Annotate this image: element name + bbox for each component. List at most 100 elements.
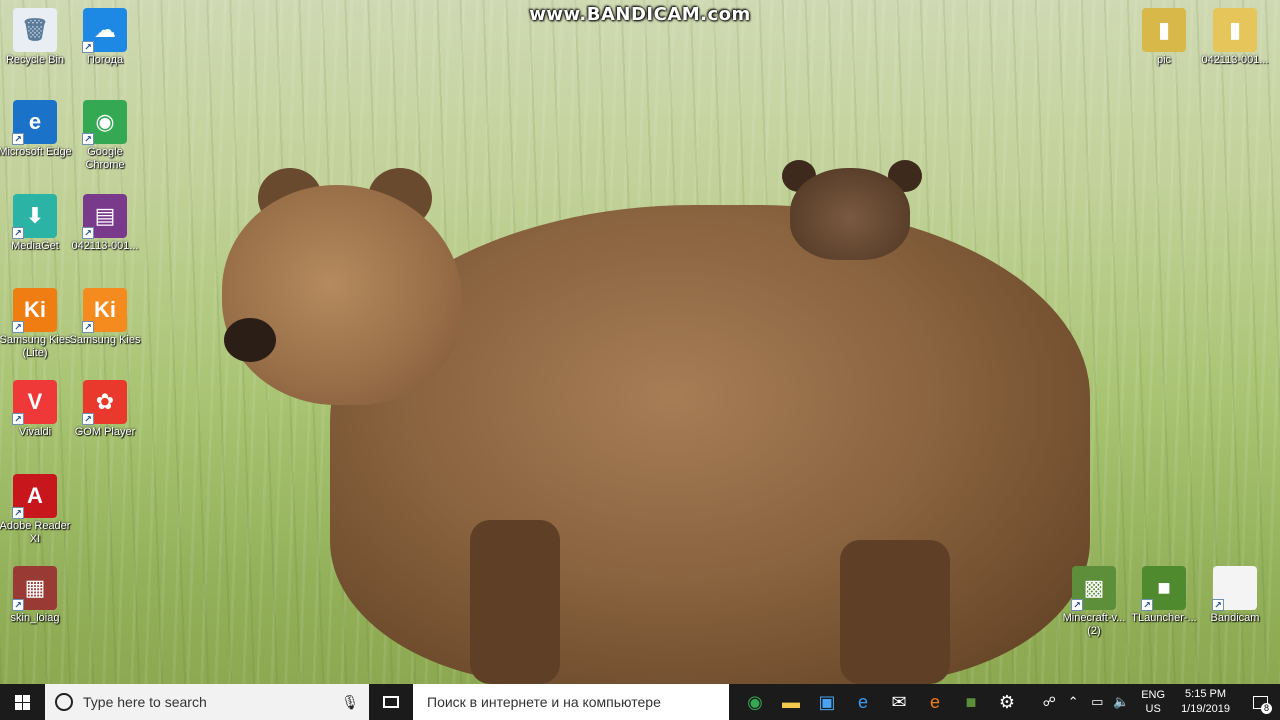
desktop-icon-label: skin_loiag bbox=[10, 612, 60, 624]
taskbar: Type here to search 🎙 Поиск в интернете … bbox=[0, 684, 1280, 720]
shortcut-arrow-icon: ↗ bbox=[82, 413, 94, 425]
recycle-bin-icon: 🗑 bbox=[13, 8, 57, 52]
taskbar-minecraft-icon[interactable]: ■ bbox=[953, 684, 989, 720]
folder-icon: ▮ bbox=[1213, 8, 1257, 52]
clock[interactable]: 5:15 PM 1/19/2019 bbox=[1181, 687, 1230, 717]
desktop-icon-label: Google Chrome bbox=[85, 146, 125, 171]
shortcut-arrow-icon: ↗ bbox=[82, 41, 94, 53]
weather-cloud-icon: ☁ ↗ bbox=[82, 8, 127, 53]
shortcut-arrow-icon: ↗ bbox=[1212, 599, 1224, 611]
file-icon: ↗ bbox=[1212, 566, 1257, 611]
language-code: ENG bbox=[1141, 689, 1166, 701]
cortana-search-icon bbox=[55, 693, 73, 711]
taskbar-edge-icon[interactable]: e bbox=[845, 684, 881, 720]
desktop-icon-label: Samsung Kies (Lite) bbox=[0, 334, 71, 359]
minecraft-installer-icon: ▩ ↗ bbox=[1071, 566, 1116, 611]
task-view-icon bbox=[383, 696, 399, 708]
bear-leg bbox=[840, 540, 950, 684]
desktop-icon[interactable]: ▮ pic bbox=[1127, 4, 1201, 67]
bear-snout bbox=[224, 318, 276, 362]
desktop-icon[interactable]: V ↗ Vivaldi bbox=[0, 376, 72, 439]
chrome-icon: ◉ ↗ bbox=[82, 100, 127, 145]
desktop-icon-label: Adobe Reader XI bbox=[0, 520, 71, 545]
vivaldi-icon: V ↗ bbox=[12, 380, 57, 425]
desktop-icon[interactable]: ◉ ↗ Google Chrome bbox=[68, 96, 142, 172]
search-placeholder: Type here to search bbox=[83, 694, 207, 710]
web-search-bar[interactable]: Поиск в интернете и на компьютере bbox=[413, 684, 729, 720]
taskbar-settings-gear-icon[interactable]: ⚙ bbox=[989, 684, 1025, 720]
desktop-icon[interactable]: e ↗ Microsoft Edge bbox=[0, 96, 72, 159]
desktop-icon[interactable]: ✿ ↗ GOM Player bbox=[68, 376, 142, 439]
desktop-icon[interactable]: Ki ↗ Samsung Kies (Lite) bbox=[0, 284, 72, 360]
shortcut-arrow-icon: ↗ bbox=[82, 227, 94, 239]
shortcut-arrow-icon: ↗ bbox=[82, 133, 94, 145]
start-button[interactable] bbox=[0, 684, 45, 720]
desktop-icon-label: GOM Player bbox=[74, 426, 136, 438]
desktop-icon[interactable]: ▩ ↗ Minecraft-v... (2) bbox=[1057, 562, 1131, 638]
desktop-icon[interactable]: ■ ↗ TLauncher-... bbox=[1127, 562, 1201, 625]
desktop-icon-label: TLauncher-... bbox=[1131, 612, 1197, 624]
desktop-icon-label: Microsoft Edge bbox=[0, 146, 72, 158]
desktop-icon[interactable]: ▤ ↗ 042113-001... bbox=[68, 190, 142, 253]
gom-player-icon: ✿ ↗ bbox=[82, 380, 127, 425]
taskbar-search-box[interactable]: Type here to search 🎙 bbox=[45, 684, 369, 720]
keyboard-layout: US bbox=[1145, 703, 1161, 715]
taskbar-store-icon[interactable]: ▣ bbox=[809, 684, 845, 720]
desktop-icon[interactable]: ☁ ↗ Погода bbox=[68, 4, 142, 67]
desktop-icon[interactable]: ↗ Bandicam bbox=[1198, 562, 1272, 625]
notification-count: 8 bbox=[1261, 703, 1272, 714]
clock-date: 1/19/2019 bbox=[1181, 703, 1230, 715]
samsung-kies-lite-icon: Ki ↗ bbox=[12, 288, 57, 333]
desktop-icon-label: Recycle Bin bbox=[5, 54, 65, 66]
desktop-icon-label: 042113-001... bbox=[71, 240, 139, 252]
chevron-up-icon[interactable]: ⌃ bbox=[1061, 694, 1085, 710]
shortcut-arrow-icon: ↗ bbox=[12, 321, 24, 333]
system-tray: ☍ ⌃ ▭ 🔈 ENG US 5:15 PM 1/19/2019 8 bbox=[1037, 684, 1280, 720]
taskbar-mail-icon[interactable]: ✉ bbox=[881, 684, 917, 720]
desktop-icon[interactable]: ▦ ↗ skin_loiag bbox=[0, 562, 72, 625]
folder-pic-icon: ▮ bbox=[1142, 8, 1186, 52]
people-icon[interactable]: ☍ bbox=[1037, 694, 1061, 710]
shortcut-arrow-icon: ↗ bbox=[12, 599, 24, 611]
volume-icon[interactable]: 🔈 bbox=[1109, 694, 1133, 710]
desktop-icon-label: pic bbox=[1156, 54, 1172, 66]
skin-image-icon: ▦ ↗ bbox=[12, 566, 57, 611]
desktop-icon-label: Погода bbox=[86, 54, 124, 66]
web-search-text: Поиск в интернете и на компьютере bbox=[427, 694, 661, 710]
desktop-icon[interactable]: A ↗ Adobe Reader XI bbox=[0, 470, 72, 546]
winrar-archive-icon: ▤ ↗ bbox=[82, 194, 127, 239]
shortcut-arrow-icon: ↗ bbox=[1071, 599, 1083, 611]
taskbar-file-explorer-icon[interactable]: ▬ bbox=[773, 684, 809, 720]
clock-time: 5:15 PM bbox=[1185, 688, 1227, 700]
microphone-icon[interactable]: 🎙 bbox=[341, 694, 359, 711]
taskbar-browser-orange-icon[interactable]: e bbox=[917, 684, 953, 720]
samsung-kies-icon: Ki ↗ bbox=[82, 288, 127, 333]
shortcut-arrow-icon: ↗ bbox=[82, 321, 94, 333]
adobe-reader-icon: A ↗ bbox=[12, 474, 57, 519]
shortcut-arrow-icon: ↗ bbox=[12, 133, 24, 145]
desktop-icon-label: Minecraft-v... (2) bbox=[1062, 612, 1126, 637]
task-view-button[interactable] bbox=[369, 684, 413, 720]
desktop-icon[interactable]: Ki ↗ Samsung Kies bbox=[68, 284, 142, 347]
desktop-icon-label: 042113-001... bbox=[1201, 54, 1269, 66]
bear-leg bbox=[470, 520, 560, 684]
desktop-icon[interactable]: 🗑 Recycle Bin bbox=[0, 4, 72, 67]
shortcut-arrow-icon: ↗ bbox=[12, 507, 24, 519]
tlauncher-icon: ■ ↗ bbox=[1141, 566, 1186, 611]
desktop-icon[interactable]: ▮ 042113-001... bbox=[1198, 4, 1272, 67]
battery-icon[interactable]: ▭ bbox=[1085, 694, 1109, 710]
shortcut-arrow-icon: ↗ bbox=[1141, 599, 1153, 611]
edge-icon: e ↗ bbox=[12, 100, 57, 145]
shortcut-arrow-icon: ↗ bbox=[12, 227, 24, 239]
bear-cub-head bbox=[790, 168, 910, 260]
desktop-icon-label: Bandicam bbox=[1210, 612, 1260, 624]
taskbar-chrome-icon[interactable]: ◉ bbox=[737, 684, 773, 720]
desktop-icon[interactable]: ⬇ ↗ MediaGet bbox=[0, 190, 72, 253]
input-language[interactable]: ENG US bbox=[1141, 688, 1165, 716]
desktop-icon-label: MediaGet bbox=[11, 240, 59, 252]
action-center-button[interactable]: 8 bbox=[1240, 684, 1280, 720]
bandicam-watermark: www.BANDICAM.com bbox=[529, 4, 751, 25]
windows-logo-icon bbox=[15, 694, 30, 710]
mediaget-icon: ⬇ ↗ bbox=[12, 194, 57, 239]
desktop-icon-label: Vivaldi bbox=[18, 426, 52, 438]
